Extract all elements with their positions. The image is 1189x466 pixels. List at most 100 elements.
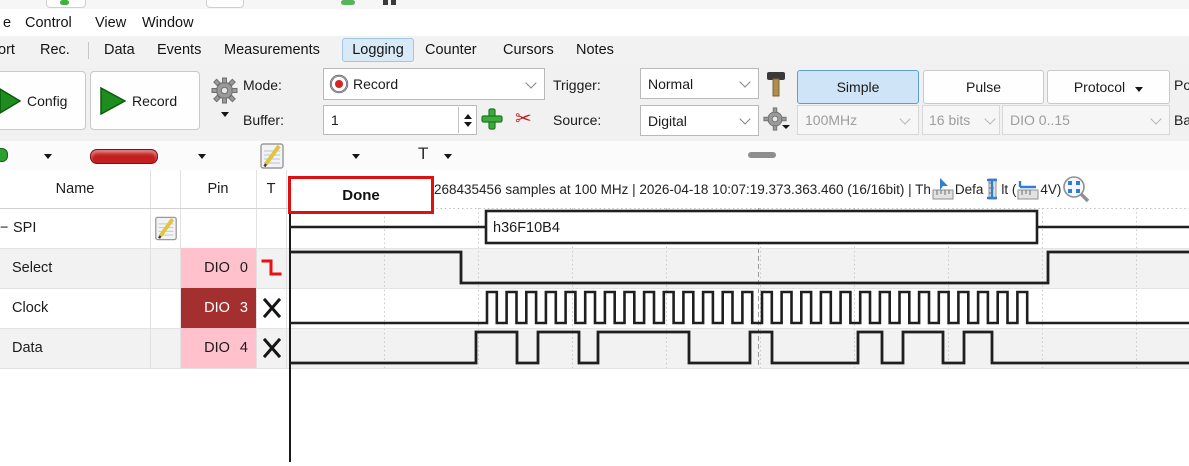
measure-horizontal-tool-icon[interactable] bbox=[1017, 177, 1039, 201]
column-header-t: T bbox=[266, 181, 276, 197]
green-indicator-dot bbox=[60, 0, 69, 5]
trigger-dont-care-icon[interactable] bbox=[262, 297, 282, 319]
tool-caret[interactable] bbox=[444, 154, 452, 159]
pin-badge[interactable]: DIO 4 bbox=[181, 328, 256, 368]
measure-pointer-tool-icon[interactable] bbox=[932, 177, 954, 201]
green-arrow-icon bbox=[0, 87, 21, 114]
gear-dropdown-caret[interactable] bbox=[221, 112, 229, 117]
text-tool[interactable]: T bbox=[418, 144, 428, 164]
config-button[interactable]: Config bbox=[0, 71, 86, 130]
pin-bus-label: DIO bbox=[204, 260, 230, 276]
red-bar-tool-icon[interactable] bbox=[90, 149, 158, 164]
splitter-drag-handle[interactable] bbox=[748, 152, 776, 158]
pin-badge[interactable]: DIO 3 bbox=[181, 288, 256, 328]
trigger-label: Trigger: bbox=[553, 77, 601, 93]
source-dropdown[interactable]: Digital bbox=[640, 105, 759, 136]
column-separator bbox=[150, 170, 151, 368]
menu-bar: e Control View Window bbox=[0, 9, 1189, 36]
buffer-value: 1 bbox=[331, 112, 339, 128]
green-circle-tool-icon[interactable] bbox=[0, 148, 8, 162]
menu-item-partial[interactable]: e bbox=[0, 12, 14, 34]
done-label: Done bbox=[342, 186, 380, 204]
plot-mini-toolbar: T bbox=[0, 141, 1189, 171]
simple-trigger-button[interactable]: Simple bbox=[797, 70, 919, 104]
hammer-icon[interactable] bbox=[764, 70, 788, 98]
notes-pencil-icon[interactable] bbox=[258, 142, 286, 170]
rate-value: 100MHz bbox=[805, 112, 858, 128]
waveform-select[interactable] bbox=[290, 248, 1189, 288]
signal-name[interactable]: Select bbox=[12, 248, 147, 288]
column-separator bbox=[286, 170, 287, 368]
chevron-down-icon bbox=[739, 76, 751, 88]
protocol-button-label: Protocol bbox=[1073, 79, 1126, 95]
trigger-dont-care-icon[interactable] bbox=[262, 337, 282, 359]
tool-caret[interactable] bbox=[352, 154, 360, 159]
clipped-button bbox=[206, 0, 244, 8]
status-line: 268435456 samples at 100 MHz | 2026-04-1… bbox=[434, 170, 1090, 208]
source-gear-caret[interactable] bbox=[782, 125, 790, 129]
protocol-trigger-button[interactable]: Protocol bbox=[1047, 70, 1170, 104]
record-button-label: Record bbox=[132, 92, 178, 109]
add-buffer-plus-icon[interactable] bbox=[481, 108, 503, 130]
measure-vertical-tool-icon[interactable] bbox=[984, 177, 1000, 201]
column-header-pin: Pin bbox=[207, 181, 229, 197]
tab-notes[interactable]: Notes bbox=[572, 39, 618, 61]
pin-badge[interactable]: DIO 0 bbox=[181, 248, 256, 288]
trigger-dropdown[interactable]: Normal bbox=[640, 68, 759, 99]
status-text-fragment: lt ( bbox=[1001, 181, 1017, 197]
status-text-fragment: Defa bbox=[954, 181, 984, 197]
pulse-trigger-button[interactable]: Pulse bbox=[923, 70, 1044, 104]
tool-caret[interactable] bbox=[198, 154, 206, 159]
base-label-partial: Ba bbox=[1174, 112, 1189, 128]
dio-range-dropdown-disabled[interactable]: DIO 0..15 bbox=[1002, 105, 1170, 135]
tab-export-partial[interactable]: ort bbox=[0, 39, 19, 61]
pulse-button-label: Pulse bbox=[965, 79, 1002, 95]
spin-up-icon[interactable] bbox=[463, 113, 472, 119]
buffer-spinbox[interactable]: 1 bbox=[323, 105, 477, 135]
tab-measurements[interactable]: Measurements bbox=[220, 39, 324, 61]
menu-item-control[interactable]: Control bbox=[22, 12, 75, 34]
chevron-down-icon bbox=[525, 76, 537, 89]
collapse-toggle[interactable]: − bbox=[0, 208, 12, 248]
tab-events[interactable]: Events bbox=[153, 39, 205, 61]
config-button-label: Config bbox=[27, 92, 68, 109]
rate-dropdown-disabled[interactable]: 100MHz bbox=[797, 105, 919, 135]
waveform-bus-spi[interactable]: h36F10B4 bbox=[290, 208, 1189, 248]
waveform-data[interactable] bbox=[290, 328, 1189, 368]
menu-item-window[interactable]: Window bbox=[139, 12, 197, 34]
mode-label: Mode: bbox=[243, 77, 282, 93]
column-header-name: Name bbox=[55, 181, 95, 197]
dio-range-value: DIO 0..15 bbox=[1010, 112, 1070, 128]
bits-dropdown-disabled[interactable]: 16 bits bbox=[922, 105, 1000, 135]
tab-cursors[interactable]: Cursors bbox=[499, 39, 558, 61]
dark-square bbox=[391, 0, 396, 5]
scissors-icon[interactable]: ✂ bbox=[515, 106, 532, 131]
source-label: Source: bbox=[553, 112, 602, 128]
spin-buttons[interactable] bbox=[458, 107, 476, 133]
edit-notes-icon[interactable] bbox=[153, 214, 179, 243]
gear-icon[interactable] bbox=[211, 77, 238, 104]
trigger-falling-edge-icon[interactable] bbox=[260, 255, 284, 281]
tab-counter[interactable]: Counter bbox=[421, 39, 481, 61]
waveform-clock[interactable] bbox=[290, 288, 1189, 328]
signal-name[interactable]: Clock bbox=[12, 288, 147, 328]
protocol-dropdown-caret[interactable] bbox=[1135, 86, 1144, 92]
bus-value-label: h36F10B4 bbox=[493, 220, 560, 236]
spin-down-icon[interactable] bbox=[463, 121, 472, 127]
mode-dropdown[interactable]: Record bbox=[323, 68, 545, 100]
record-button[interactable]: Record bbox=[90, 71, 200, 130]
source-value: Digital bbox=[648, 112, 687, 129]
tab-rec[interactable]: Rec. bbox=[36, 39, 74, 61]
chevron-down-icon bbox=[1150, 112, 1162, 125]
zoom-tool-icon[interactable] bbox=[1062, 175, 1090, 203]
tab-data[interactable]: Data bbox=[100, 39, 139, 61]
tab-logging-active[interactable]: Logging bbox=[342, 38, 414, 62]
tool-caret[interactable] bbox=[44, 154, 52, 159]
bus-name[interactable]: SPI bbox=[13, 208, 143, 248]
signal-name[interactable]: Data bbox=[12, 328, 147, 368]
tab-bar: ort Rec. Data Events Measurements Loggin… bbox=[0, 36, 1189, 65]
row-separator bbox=[0, 368, 290, 369]
menu-item-view[interactable]: View bbox=[92, 12, 129, 34]
tab-divider bbox=[88, 42, 89, 59]
status-text-fragment: 4V) bbox=[1040, 181, 1062, 197]
